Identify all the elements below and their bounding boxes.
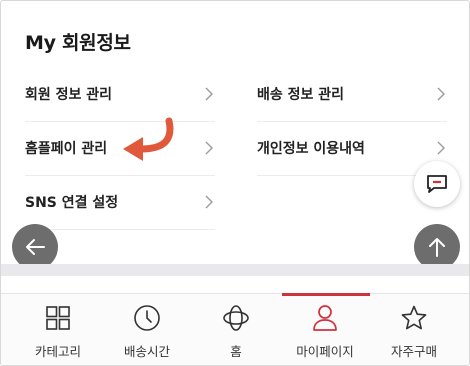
chevron-right-icon (205, 195, 213, 209)
chevron-right-icon (437, 141, 445, 155)
menu-sns-connect[interactable]: SNS 연결 설정 (25, 175, 215, 229)
tab-category[interactable]: 카테고리 (11, 303, 105, 365)
chat-bubble-icon (427, 175, 447, 193)
curved-arrow-left-icon (123, 117, 174, 161)
star-icon (401, 305, 427, 330)
menu-item-label: 개인정보 이용내역 (257, 141, 365, 157)
app-screen: My 회원정보 회원 정보 관리 홈플페이 관리 SNS 연결 설정 배송 정보… (0, 0, 470, 366)
menu-item-label: 홈플페이 관리 (25, 141, 108, 157)
tab-label: 자주구매 (390, 344, 437, 359)
menu-delivery-info[interactable]: 배송 정보 관리 (257, 67, 447, 121)
arrow-left-icon (26, 239, 45, 255)
tab-mypage[interactable]: 마이페이지 (278, 303, 372, 365)
tab-label: 홈 (230, 344, 242, 359)
active-tab-indicator (282, 293, 370, 296)
globe-home-icon (223, 305, 249, 331)
tab-label: 배송시간 (123, 344, 170, 359)
tab-label: 카테고리 (34, 344, 81, 359)
tab-home[interactable]: 홈 (189, 303, 283, 365)
menu-item-label: 배송 정보 관리 (257, 87, 345, 103)
menu-item-label: 회원 정보 관리 (25, 87, 113, 103)
arrow-up-icon (429, 238, 445, 257)
chevron-right-icon (205, 87, 213, 101)
divider (257, 175, 417, 176)
grid-icon (46, 306, 70, 330)
tab-delivery-time[interactable]: 배송시간 (100, 303, 194, 365)
tab-frequent-buy[interactable]: 자주구매 (367, 303, 461, 365)
user-icon (313, 305, 337, 331)
divider (25, 229, 215, 230)
menu-item-label: SNS 연결 설정 (25, 195, 119, 211)
page-title: My 회원정보 (25, 32, 131, 54)
chat-button[interactable] (414, 161, 460, 207)
chevron-right-icon (205, 141, 213, 155)
clock-icon (134, 305, 160, 331)
menu-member-info[interactable]: 회원 정보 관리 (25, 67, 215, 121)
tab-label: 마이페이지 (296, 344, 354, 359)
chevron-right-icon (437, 87, 445, 101)
section-separator (1, 264, 469, 276)
menu-privacy-history[interactable]: 개인정보 이용내역 (257, 121, 447, 175)
